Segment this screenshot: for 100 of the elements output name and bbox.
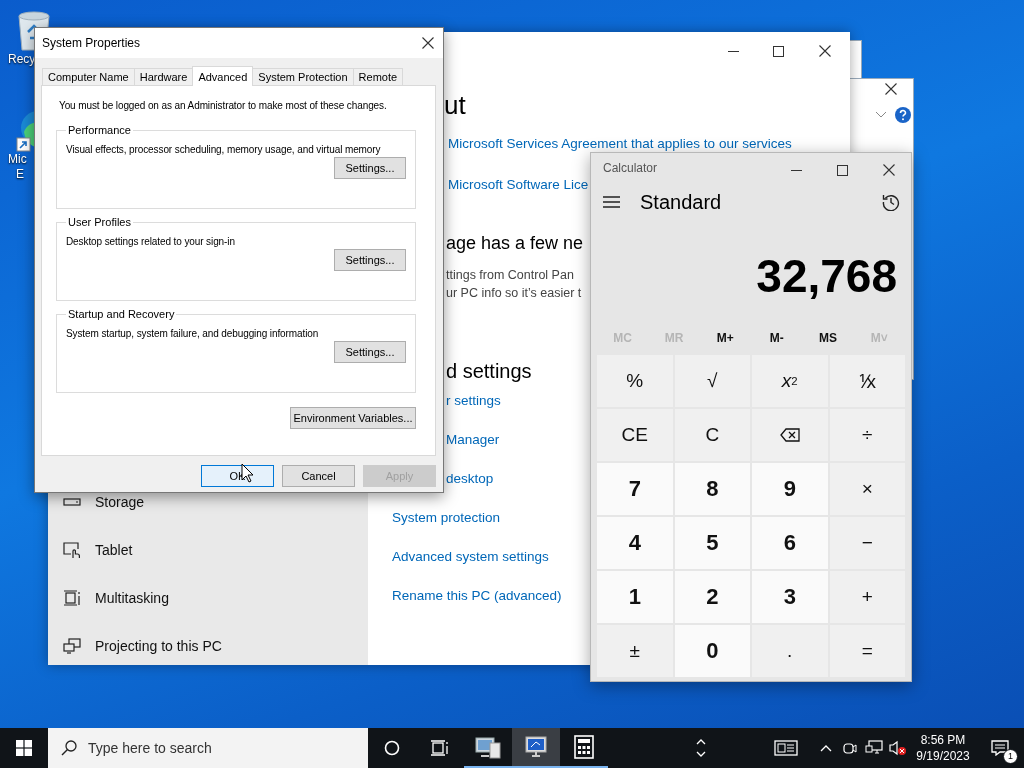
- digit-key[interactable]: 5: [674, 517, 750, 569]
- digit-key[interactable]: 7: [597, 463, 673, 515]
- group-title: User Profiles: [67, 216, 132, 229]
- operator-key[interactable]: ⅟x: [829, 355, 905, 407]
- tab[interactable]: Advanced: [192, 66, 254, 86]
- operator-key[interactable]: ±: [597, 625, 673, 677]
- operator-key[interactable]: √: [674, 355, 750, 407]
- nav-item-label: Multitasking: [95, 590, 169, 606]
- task-view-icon[interactable]: [431, 740, 449, 756]
- operator-key[interactable]: C: [674, 409, 750, 461]
- muted-speaker-icon[interactable]: [889, 740, 907, 756]
- notification-icon: [991, 740, 1009, 756]
- memory-button[interactable]: MS: [802, 323, 854, 353]
- settings-button[interactable]: Settings...: [334, 249, 406, 271]
- backspace-key[interactable]: [752, 409, 828, 461]
- agreement-link[interactable]: Microsoft Software Lice: [448, 177, 589, 192]
- tablet-icon: [63, 541, 81, 559]
- notice-text: You must be logged on as an Administrator to make most of these changes.: [59, 99, 388, 113]
- digit-key[interactable]: 0: [674, 625, 750, 677]
- maximize-icon[interactable]: [837, 165, 848, 176]
- maximize-icon[interactable]: [773, 46, 784, 57]
- memory-button[interactable]: M-: [751, 323, 803, 353]
- related-setting-link[interactable]: Advanced system settings: [392, 548, 549, 566]
- tab[interactable]: Computer Name: [42, 68, 135, 85]
- operator-key[interactable]: =: [829, 625, 905, 677]
- backspace-icon: [779, 428, 800, 442]
- digit-key[interactable]: 3: [752, 571, 828, 623]
- group-description: Desktop settings related to your sign-in: [66, 235, 236, 249]
- close-icon[interactable]: [819, 45, 831, 57]
- nav-item-label: Storage: [95, 494, 145, 510]
- scroll-down-icon[interactable]: [696, 751, 706, 757]
- window-title: Calculator: [603, 161, 658, 175]
- history-icon[interactable]: [882, 193, 900, 211]
- section-text: ur PC info so it’s easier t: [446, 285, 582, 302]
- section-heading: age has a few ne: [446, 232, 584, 255]
- chevron-up-icon[interactable]: [820, 744, 832, 752]
- computer-icon: [475, 735, 501, 759]
- group-description: System startup, system failure, and debugging information: [66, 327, 320, 341]
- settings-button[interactable]: Settings...: [334, 157, 406, 179]
- section-text: ttings from Control Pan: [446, 267, 574, 284]
- desktop-icon-label: E: [16, 167, 24, 182]
- operator-key[interactable]: %: [597, 355, 673, 407]
- digit-key[interactable]: 6: [752, 517, 828, 569]
- operator-key[interactable]: +: [829, 571, 905, 623]
- related-setting-link[interactable]: r settings: [446, 392, 501, 410]
- nav-item-label: Projecting to this PC: [95, 638, 222, 654]
- digit-key[interactable]: 4: [597, 517, 673, 569]
- chevron-down-icon[interactable]: [875, 111, 887, 119]
- monitors-icon: [63, 637, 81, 655]
- memory-button[interactable]: M+: [699, 323, 751, 353]
- related-setting-link[interactable]: Rename this PC (advanced): [392, 587, 562, 605]
- nav-item[interactable]: Tablet: [48, 526, 222, 574]
- mode-title: Standard: [640, 190, 723, 214]
- digit-key[interactable]: 8: [674, 463, 750, 515]
- desktop-icon-label: Recy: [8, 52, 36, 67]
- group-description: Visual effects, processor scheduling, memory usage, and virtual memory: [66, 143, 382, 157]
- operator-key[interactable]: x$^{2}$: [752, 355, 828, 407]
- nav-item-label: Tablet: [95, 542, 133, 558]
- related-setting-link[interactable]: System protection: [392, 509, 501, 527]
- group-title: Performance: [67, 124, 132, 137]
- menu-icon[interactable]: [603, 196, 620, 208]
- close-icon[interactable]: [422, 37, 434, 49]
- search-field[interactable]: Type here to search: [48, 728, 368, 768]
- taskbar-app[interactable]: [512, 728, 560, 768]
- operator-key[interactable]: ×: [829, 463, 905, 515]
- related-setting-link[interactable]: desktop: [446, 470, 494, 488]
- notification-button[interactable]: 1: [976, 728, 1024, 768]
- clock-time[interactable]: 8:56 PM: [920, 732, 966, 748]
- operator-key[interactable]: ÷: [829, 409, 905, 461]
- operator-key[interactable]: CE: [597, 409, 673, 461]
- calculator-icon: [574, 735, 594, 759]
- tab[interactable]: System Protection: [252, 68, 354, 85]
- settings-button[interactable]: Settings...: [334, 341, 406, 363]
- agreement-link[interactable]: Microsoft Services Agreement that applies to our services: [448, 136, 792, 151]
- digit-key[interactable]: 9: [752, 463, 828, 515]
- close-icon[interactable]: [885, 83, 897, 95]
- digit-key[interactable]: 1: [597, 571, 673, 623]
- environment-variables-button[interactable]: Environment Variables...: [290, 407, 416, 429]
- scroll-up-icon[interactable]: [696, 739, 706, 745]
- clock-date[interactable]: 9/19/2023: [916, 748, 970, 764]
- tab[interactable]: Remote: [352, 68, 404, 85]
- multitasking-icon: [63, 589, 81, 607]
- page-heading: ut: [444, 89, 466, 121]
- help-icon[interactable]: [895, 107, 911, 123]
- network-icon[interactable]: [865, 740, 883, 756]
- windows-logo-icon[interactable]: [16, 740, 32, 756]
- close-icon[interactable]: [883, 164, 895, 176]
- news-icon[interactable]: [774, 740, 798, 756]
- operator-key[interactable]: .: [752, 625, 828, 677]
- notification-count: 1: [1003, 749, 1018, 764]
- operator-key[interactable]: −: [829, 517, 905, 569]
- dialog-button[interactable]: Cancel: [282, 465, 355, 487]
- nav-item[interactable]: Projecting to this PC: [48, 622, 222, 670]
- nav-item[interactable]: Multitasking: [48, 574, 222, 622]
- camera-icon[interactable]: [843, 740, 857, 756]
- circle-icon[interactable]: [384, 740, 400, 756]
- related-setting-link[interactable]: Manager: [446, 431, 500, 449]
- section-heading: d settings: [446, 359, 532, 384]
- digit-key[interactable]: 2: [674, 571, 750, 623]
- group-title: Startup and Recovery: [67, 308, 176, 321]
